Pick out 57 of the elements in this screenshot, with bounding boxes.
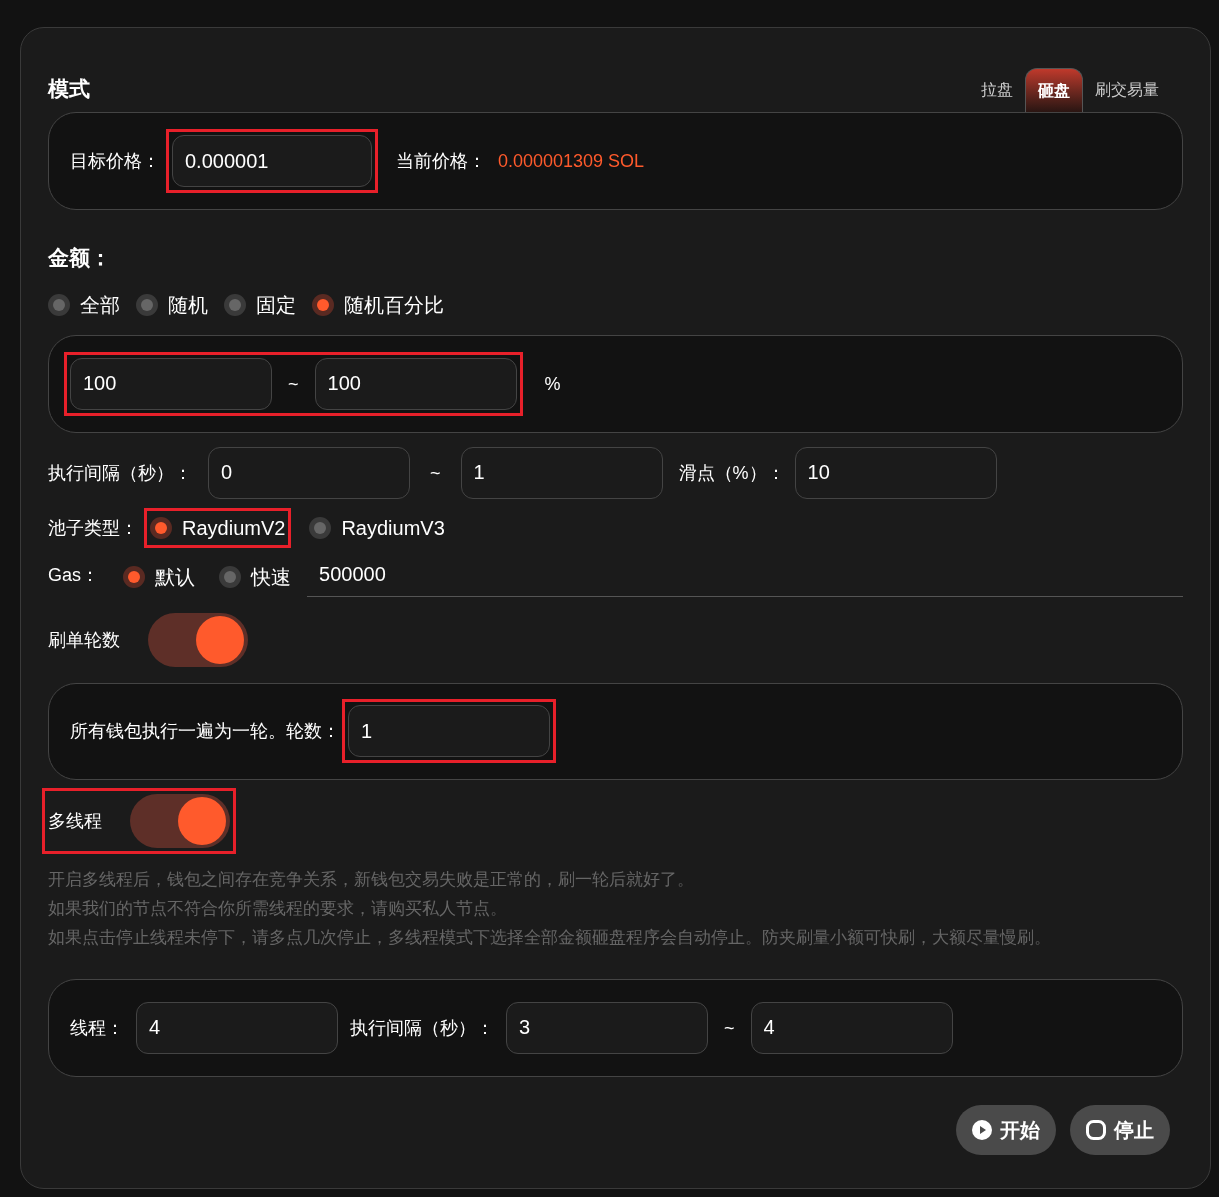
gas-field[interactable]: 500000 — [307, 552, 1183, 597]
mode-tab[interactable]: 刷交易量 — [1083, 68, 1171, 112]
stop-icon — [1086, 1119, 1106, 1140]
label: 目标价格： — [70, 150, 160, 173]
label: Gas： — [48, 563, 99, 587]
radio-button[interactable] — [136, 293, 158, 316]
start-button[interactable]: 开始 — [956, 1104, 1056, 1155]
label: 线程： — [70, 1016, 124, 1040]
label: ~ — [288, 372, 299, 396]
play-icon — [972, 1119, 992, 1140]
radio-label: 全部 — [80, 292, 120, 318]
radio-button[interactable] — [150, 516, 172, 539]
radio-label: 固定 — [256, 292, 296, 318]
label: ~ — [724, 1016, 735, 1040]
note-text: 如果我们的节点不符合你所需线程的要求，请购买私人节点。 — [48, 897, 508, 920]
radio-button[interactable] — [224, 293, 246, 316]
radio-label: 随机 — [168, 292, 208, 318]
input-field[interactable]: 4 — [136, 1001, 338, 1054]
label: 所有钱包执行一遍为一轮。轮数： — [70, 720, 340, 744]
radio-label: 快速 — [251, 564, 291, 590]
label: ~ — [430, 461, 441, 485]
note-text: 如果点击停止线程未停下，请多点几次停止，多线程模式下选择全部金额砸盘程序会自动停止。防夹刷量小额可快刷，大额尽量慢刷。 — [48, 926, 1052, 949]
label: 当前价格： — [396, 150, 486, 173]
stop-button[interactable]: 停止 — [1070, 1104, 1170, 1155]
radio-button[interactable] — [219, 565, 241, 588]
mode-tab[interactable]: 砸盘 — [1025, 68, 1083, 112]
section-title: 模式 — [48, 76, 90, 103]
input-field[interactable]: 1 — [348, 705, 550, 758]
label: 执行间隔（秒）： — [48, 461, 192, 485]
label: 多线程 — [48, 809, 102, 833]
radio-label: 随机百分比 — [344, 292, 444, 318]
radio-label: RaydiumV2 — [182, 515, 286, 541]
label: 滑点（%）： — [678, 461, 779, 485]
input-field[interactable]: 100 — [314, 357, 517, 410]
input-field[interactable]: 4 — [750, 1001, 953, 1054]
toggle-switch[interactable] — [148, 612, 248, 667]
radio-label: RaydiumV3 — [341, 515, 445, 541]
toggle-switch[interactable] — [130, 793, 230, 848]
section-title: 金额： — [48, 245, 112, 271]
label: 执行间隔（秒）： — [350, 1016, 494, 1040]
input-field[interactable]: 10 — [794, 446, 997, 499]
label: % — [544, 372, 561, 396]
radio-button[interactable] — [309, 516, 332, 539]
radio-label: 默认 — [155, 564, 195, 590]
price-field[interactable]: 0.000001 — [172, 135, 372, 187]
label: 池子类型： — [48, 516, 138, 540]
note-text: 开启多线程后，钱包之间存在竞争关系，新钱包交易失败是正常的，刷一轮后就好了。 — [48, 868, 695, 891]
current-price: 0.000001309 SOL — [498, 150, 645, 173]
mode-tab[interactable]: 拉盘 — [969, 68, 1025, 112]
input-field[interactable]: 0 — [208, 446, 410, 499]
radio-button[interactable] — [312, 293, 334, 316]
label: 刷单轮数 — [48, 628, 120, 652]
radio-button[interactable] — [48, 293, 70, 316]
input-field[interactable]: 3 — [506, 1001, 708, 1054]
radio-button[interactable] — [123, 565, 145, 588]
input-field[interactable]: 100 — [70, 357, 272, 410]
input-field[interactable]: 1 — [460, 446, 663, 499]
